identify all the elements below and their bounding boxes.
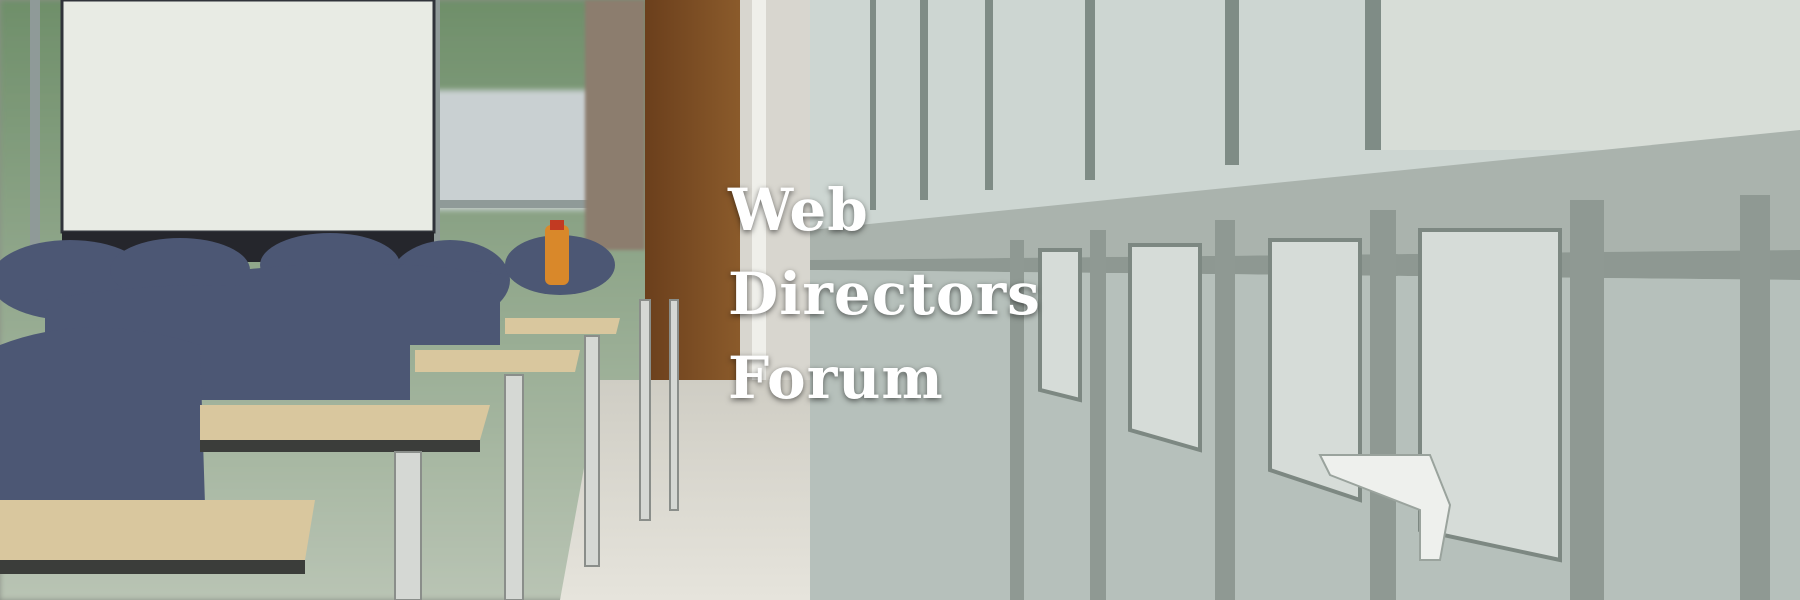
- hero-banner: Web Directors Forum: [0, 0, 1800, 600]
- banner-title: Web Directors Forum: [728, 168, 1041, 420]
- banner-title-line: Forum: [728, 344, 944, 412]
- banner-title-line: Directors: [728, 260, 1041, 328]
- banner-title-line: Web: [728, 176, 869, 244]
